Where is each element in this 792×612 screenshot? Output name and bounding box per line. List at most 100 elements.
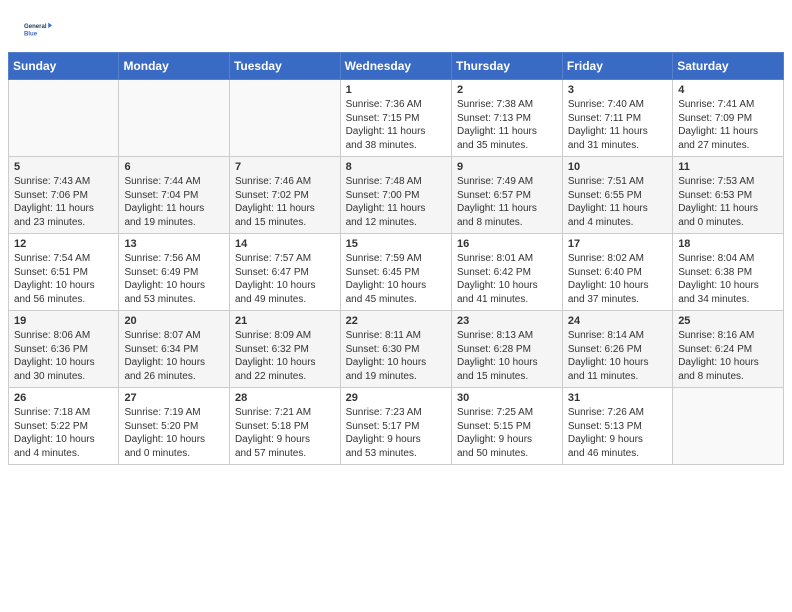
svg-text:Blue: Blue <box>24 32 38 38</box>
day-detail: Sunrise: 8:09 AM Sunset: 6:32 PM Dayligh… <box>235 329 335 383</box>
header: General Blue <box>0 0 792 52</box>
day-cell: 7 Sunrise: 7:46 AM Sunset: 7:02 PM Daylig… <box>229 157 340 234</box>
day-detail: Sunrise: 7:36 AM Sunset: 7:15 PM Dayligh… <box>346 98 446 152</box>
calendar-wrapper: Sunday Monday Tuesday Wednesday Thursday… <box>0 52 792 473</box>
day-number: 30 <box>457 392 557 404</box>
day-number: 2 <box>457 84 557 96</box>
day-cell: 14Sunrise: 7:57 AM Sunset: 6:47 PM Dayli… <box>229 234 340 311</box>
col-wednesday: Wednesday <box>340 53 451 80</box>
svg-text:General: General <box>24 24 47 30</box>
day-number: 15 <box>346 238 446 250</box>
day-detail: Sunrise: 8:16 AM Sunset: 6:24 PM Dayligh… <box>678 329 778 383</box>
day-cell: 17 Sunrise: 8:02 AM Sunset: 6:40 PM Dayli… <box>562 234 672 311</box>
col-sunday: Sunday <box>9 53 119 80</box>
day-cell: 20Sunrise: 8:07 AM Sunset: 6:34 PM Dayli… <box>119 311 230 388</box>
day-number: 9 <box>457 161 557 173</box>
day-number: 24 <box>568 315 667 327</box>
day-number: 7 <box>235 161 335 173</box>
day-cell: 11Sunrise: 7:53 AM Sunset: 6:53 PM Dayli… <box>673 157 784 234</box>
calendar-body: 1Sunrise: 7:36 AM Sunset: 7:15 PM Daylig… <box>9 80 784 465</box>
day-cell: 18 Sunrise: 8:04 AM Sunset: 6:38 PM Dayli… <box>673 234 784 311</box>
day-cell <box>673 388 784 465</box>
day-number: 21 <box>235 315 335 327</box>
day-number: 22 <box>346 315 446 327</box>
calendar-table: Sunday Monday Tuesday Wednesday Thursday… <box>8 52 784 465</box>
day-detail: Sunrise: 7:21 AM Sunset: 5:18 PM Dayligh… <box>235 406 335 460</box>
day-cell <box>229 80 340 157</box>
day-number: 25 <box>678 315 778 327</box>
day-cell: 12 Sunrise: 7:54 AM Sunset: 6:51 PM Dayli… <box>9 234 119 311</box>
day-detail: Sunrise: 7:18 AM Sunset: 5:22 PM Dayligh… <box>14 406 113 460</box>
day-number: 31 <box>568 392 667 404</box>
day-cell: 16 Sunrise: 8:01 AM Sunset: 6:42 PM Dayli… <box>451 234 562 311</box>
day-detail: Sunrise: 7:43 AM Sunset: 7:06 PM Dayligh… <box>14 175 113 229</box>
day-number: 13 <box>124 238 224 250</box>
week-row-4: 19Sunrise: 8:06 AM Sunset: 6:36 PM Dayli… <box>9 311 784 388</box>
day-detail: Sunrise: 8:02 AM Sunset: 6:40 PM Dayligh… <box>568 252 667 306</box>
day-cell: 30 Sunrise: 7:25 AM Sunset: 5:15 PM Dayli… <box>451 388 562 465</box>
week-row-3: 12 Sunrise: 7:54 AM Sunset: 6:51 PM Dayli… <box>9 234 784 311</box>
day-cell: 26Sunrise: 7:18 AM Sunset: 5:22 PM Dayli… <box>9 388 119 465</box>
col-thursday: Thursday <box>451 53 562 80</box>
day-detail: Sunrise: 7:40 AM Sunset: 7:11 PM Dayligh… <box>568 98 667 152</box>
day-cell: 13Sunrise: 7:56 AM Sunset: 6:49 PM Dayli… <box>119 234 230 311</box>
day-number: 12 <box>14 238 113 250</box>
day-detail: Sunrise: 8:04 AM Sunset: 6:38 PM Dayligh… <box>678 252 778 306</box>
day-number: 11 <box>678 161 778 173</box>
day-detail: Sunrise: 7:59 AM Sunset: 6:45 PM Dayligh… <box>346 252 446 306</box>
day-cell: 10 Sunrise: 7:51 AM Sunset: 6:55 PM Dayli… <box>562 157 672 234</box>
day-number: 23 <box>457 315 557 327</box>
day-detail: Sunrise: 8:06 AM Sunset: 6:36 PM Dayligh… <box>14 329 113 383</box>
day-detail: Sunrise: 7:38 AM Sunset: 7:13 PM Dayligh… <box>457 98 557 152</box>
day-number: 17 <box>568 238 667 250</box>
day-cell: 4 Sunrise: 7:41 AM Sunset: 7:09 PM Daylig… <box>673 80 784 157</box>
day-number: 10 <box>568 161 667 173</box>
day-detail: Sunrise: 7:46 AM Sunset: 7:02 PM Dayligh… <box>235 175 335 229</box>
col-friday: Friday <box>562 53 672 80</box>
day-detail: Sunrise: 7:26 AM Sunset: 5:13 PM Dayligh… <box>568 406 667 460</box>
logo: General Blue <box>24 16 56 44</box>
week-row-5: 26Sunrise: 7:18 AM Sunset: 5:22 PM Dayli… <box>9 388 784 465</box>
day-number: 29 <box>346 392 446 404</box>
col-tuesday: Tuesday <box>229 53 340 80</box>
day-cell: 22 Sunrise: 8:11 AM Sunset: 6:30 PM Dayli… <box>340 311 451 388</box>
day-cell: 27Sunrise: 7:19 AM Sunset: 5:20 PM Dayli… <box>119 388 230 465</box>
day-detail: Sunrise: 7:41 AM Sunset: 7:09 PM Dayligh… <box>678 98 778 152</box>
day-cell: 31 Sunrise: 7:26 AM Sunset: 5:13 PM Dayli… <box>562 388 672 465</box>
day-detail: Sunrise: 7:54 AM Sunset: 6:51 PM Dayligh… <box>14 252 113 306</box>
day-cell: 6Sunrise: 7:44 AM Sunset: 7:04 PM Daylig… <box>119 157 230 234</box>
day-cell: 2 Sunrise: 7:38 AM Sunset: 7:13 PM Daylig… <box>451 80 562 157</box>
day-number: 5 <box>14 161 113 173</box>
day-number: 18 <box>678 238 778 250</box>
day-cell: 15 Sunrise: 7:59 AM Sunset: 6:45 PM Dayli… <box>340 234 451 311</box>
day-detail: Sunrise: 8:11 AM Sunset: 6:30 PM Dayligh… <box>346 329 446 383</box>
day-number: 4 <box>678 84 778 96</box>
day-number: 27 <box>124 392 224 404</box>
day-detail: Sunrise: 7:51 AM Sunset: 6:55 PM Dayligh… <box>568 175 667 229</box>
day-detail: Sunrise: 7:23 AM Sunset: 5:17 PM Dayligh… <box>346 406 446 460</box>
week-row-2: 5 Sunrise: 7:43 AM Sunset: 7:06 PM Daylig… <box>9 157 784 234</box>
day-cell: 5 Sunrise: 7:43 AM Sunset: 7:06 PM Daylig… <box>9 157 119 234</box>
day-cell: 25 Sunrise: 8:16 AM Sunset: 6:24 PM Dayli… <box>673 311 784 388</box>
day-detail: Sunrise: 8:01 AM Sunset: 6:42 PM Dayligh… <box>457 252 557 306</box>
day-number: 8 <box>346 161 446 173</box>
day-detail: Sunrise: 7:48 AM Sunset: 7:00 PM Dayligh… <box>346 175 446 229</box>
day-number: 16 <box>457 238 557 250</box>
day-cell: 1Sunrise: 7:36 AM Sunset: 7:15 PM Daylig… <box>340 80 451 157</box>
day-number: 28 <box>235 392 335 404</box>
day-detail: Sunrise: 7:57 AM Sunset: 6:47 PM Dayligh… <box>235 252 335 306</box>
day-cell: 9Sunrise: 7:49 AM Sunset: 6:57 PM Daylig… <box>451 157 562 234</box>
day-detail: Sunrise: 8:14 AM Sunset: 6:26 PM Dayligh… <box>568 329 667 383</box>
col-saturday: Saturday <box>673 53 784 80</box>
day-detail: Sunrise: 7:44 AM Sunset: 7:04 PM Dayligh… <box>124 175 224 229</box>
day-cell: 3 Sunrise: 7:40 AM Sunset: 7:11 PM Daylig… <box>562 80 672 157</box>
week-row-1: 1Sunrise: 7:36 AM Sunset: 7:15 PM Daylig… <box>9 80 784 157</box>
day-number: 3 <box>568 84 667 96</box>
day-cell: 29 Sunrise: 7:23 AM Sunset: 5:17 PM Dayli… <box>340 388 451 465</box>
day-detail: Sunrise: 8:13 AM Sunset: 6:28 PM Dayligh… <box>457 329 557 383</box>
weekday-header-row: Sunday Monday Tuesday Wednesday Thursday… <box>9 53 784 80</box>
day-detail: Sunrise: 7:25 AM Sunset: 5:15 PM Dayligh… <box>457 406 557 460</box>
day-cell: 21 Sunrise: 8:09 AM Sunset: 6:32 PM Dayli… <box>229 311 340 388</box>
day-cell: 28 Sunrise: 7:21 AM Sunset: 5:18 PM Dayli… <box>229 388 340 465</box>
day-detail: Sunrise: 8:07 AM Sunset: 6:34 PM Dayligh… <box>124 329 224 383</box>
